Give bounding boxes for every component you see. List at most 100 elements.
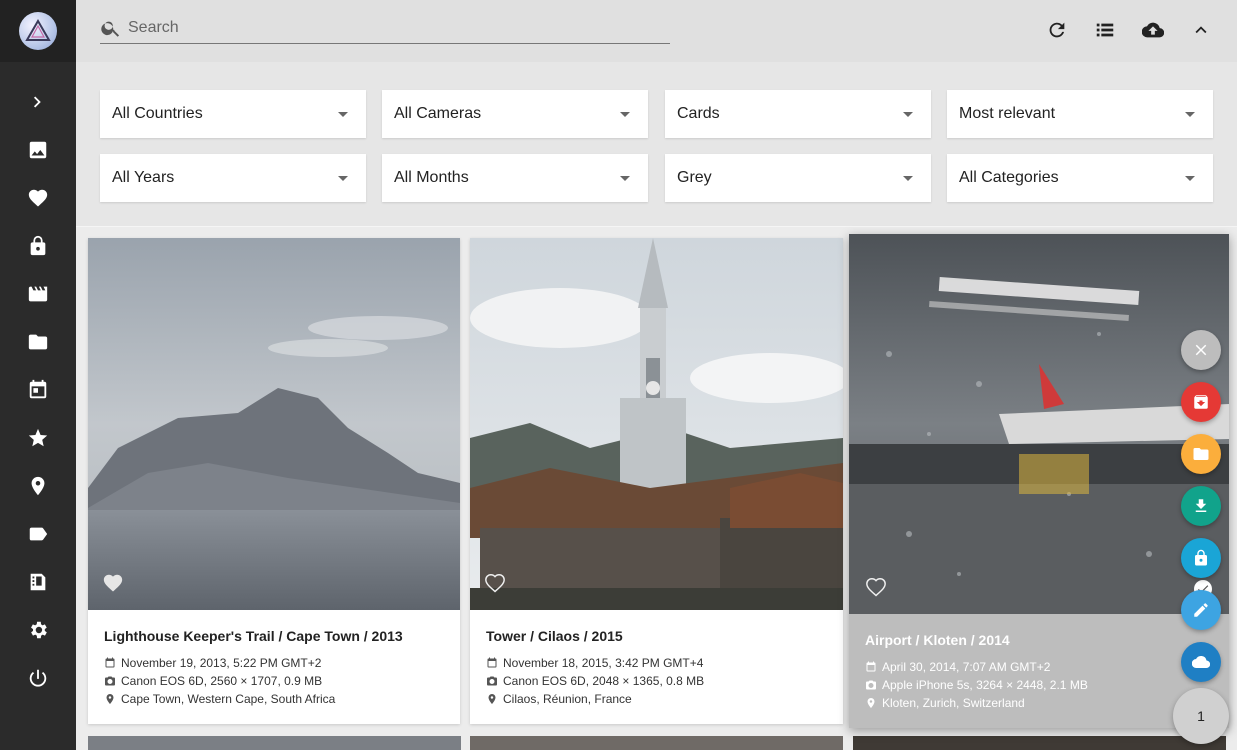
photo-location: Kloten, Zurich, Switzerland xyxy=(882,696,1025,710)
selection-count: 1 xyxy=(1197,708,1205,724)
map-pin-icon xyxy=(106,694,114,704)
sidebar-item-labels[interactable] xyxy=(0,510,76,558)
category-filter-select[interactable]: All Categories xyxy=(947,154,1213,202)
calendar-icon xyxy=(487,657,497,668)
photo-location: Cape Town, Western Cape, South Africa xyxy=(121,692,336,706)
photo-card[interactable]: Lighthouse Keeper's Trail / Cape Town / … xyxy=(88,238,460,724)
photo-date-row: November 18, 2015, 3:42 PM GMT+4 xyxy=(486,654,833,672)
selection-count-button[interactable]: 1 xyxy=(1173,688,1229,744)
heart-icon xyxy=(103,574,123,592)
caret-down-icon xyxy=(338,176,348,181)
photo-thumbnail[interactable] xyxy=(88,238,460,610)
favorite-button[interactable] xyxy=(484,572,508,596)
sidebar-item-moments[interactable] xyxy=(0,414,76,462)
photo-location-row: Cape Town, Western Cape, South Africa xyxy=(104,690,450,708)
category-filter-value: All Categories xyxy=(959,169,1059,186)
caret-down-icon xyxy=(620,176,630,181)
caret-down-icon xyxy=(620,112,630,117)
sort-order-value: Most relevant xyxy=(959,105,1056,122)
refresh-button[interactable] xyxy=(1043,16,1071,44)
photo-title[interactable]: Airport / Kloten / 2014 xyxy=(865,632,1219,648)
folder-icon xyxy=(1193,448,1209,460)
photo-title[interactable]: Tower / Cilaos / 2015 xyxy=(486,628,833,644)
photo-date: November 18, 2015, 3:42 PM GMT+4 xyxy=(503,656,704,670)
photo-camera: Canon EOS 6D, 2048 × 1365, 0.8 MB xyxy=(503,674,705,688)
collapse-filters-button[interactable] xyxy=(1187,16,1215,44)
gear-icon xyxy=(31,621,47,639)
camera-filter-value: All Cameras xyxy=(394,105,482,122)
month-filter-select[interactable]: All Months xyxy=(382,154,648,202)
sidebar-item-private[interactable] xyxy=(0,222,76,270)
photo-title[interactable]: Lighthouse Keeper's Trail / Cape Town / … xyxy=(104,628,450,644)
lock-icon xyxy=(1195,549,1207,566)
cloud-upload-icon xyxy=(1142,22,1164,38)
map-pin-icon xyxy=(867,698,875,708)
photo-icon xyxy=(29,141,47,159)
caret-down-icon xyxy=(1185,112,1195,117)
video-icon xyxy=(28,286,48,302)
logo-area xyxy=(0,0,76,62)
photo-thumbnail[interactable] xyxy=(470,238,843,610)
folder-icon xyxy=(28,334,48,350)
download-button[interactable] xyxy=(1181,486,1221,526)
sort-order-select[interactable]: Most relevant xyxy=(947,90,1213,138)
camera-filter-select[interactable]: All Cameras xyxy=(382,90,648,138)
photo-camera-row: Canon EOS 6D, 2560 × 1707, 0.9 MB xyxy=(104,672,450,690)
country-filter-select[interactable]: All Countries xyxy=(100,90,366,138)
camera-icon xyxy=(105,676,115,686)
sidebar-expand-button[interactable] xyxy=(0,78,76,126)
cloud-icon xyxy=(1192,656,1210,669)
clear-selection-button[interactable] xyxy=(1181,330,1221,370)
list-view-button[interactable] xyxy=(1091,16,1119,44)
photo-card[interactable]: Tower / Cilaos / 2015 November 18, 2015,… xyxy=(470,238,843,724)
photo-card-peek[interactable] xyxy=(853,736,1226,750)
photo-camera-row: Canon EOS 6D, 2048 × 1365, 0.8 MB xyxy=(486,672,833,690)
edit-button[interactable] xyxy=(1181,590,1221,630)
map-pin-icon xyxy=(488,694,496,704)
favorite-button[interactable] xyxy=(865,576,889,600)
sidebar-item-logout[interactable] xyxy=(0,654,76,702)
upload-button[interactable] xyxy=(1139,16,1167,44)
sidebar-item-places[interactable] xyxy=(0,462,76,510)
sidebar-item-favorites[interactable] xyxy=(0,174,76,222)
heart-outline-icon xyxy=(485,574,505,593)
app-logo[interactable] xyxy=(19,12,57,50)
search-input[interactable] xyxy=(128,18,648,37)
year-filter-select[interactable]: All Years xyxy=(100,154,366,202)
photo-camera: Canon EOS 6D, 2560 × 1707, 0.9 MB xyxy=(121,674,323,688)
map-pin-icon xyxy=(31,476,45,496)
photo-card-peek[interactable] xyxy=(88,736,461,750)
favorite-button[interactable] xyxy=(102,572,126,596)
sidebar-item-calendar[interactable] xyxy=(0,366,76,414)
photo-location-row: Kloten, Zurich, Switzerland xyxy=(865,694,1219,712)
archive-button[interactable] xyxy=(1181,382,1221,422)
caret-down-icon xyxy=(1185,176,1195,181)
sidebar-item-videos[interactable] xyxy=(0,270,76,318)
color-filter-select[interactable]: Grey xyxy=(665,154,931,202)
sidebar-item-photos[interactable] xyxy=(0,126,76,174)
photo-location: Cilaos, Réunion, France xyxy=(503,692,632,706)
close-icon xyxy=(1195,344,1207,356)
sidebar-item-library[interactable] xyxy=(0,558,76,606)
photo-card-selected[interactable]: Airport / Kloten / 2014 April 30, 2014, … xyxy=(849,234,1229,728)
view-mode-select[interactable]: Cards xyxy=(665,90,931,138)
private-button[interactable] xyxy=(1181,538,1221,578)
photo-date-row: April 30, 2014, 7:07 AM GMT+2 xyxy=(865,658,1219,676)
photo-info: Lighthouse Keeper's Trail / Cape Town / … xyxy=(104,628,450,708)
photo-card-peek[interactable] xyxy=(470,736,843,750)
sidebar-item-folders[interactable] xyxy=(0,318,76,366)
refresh-icon xyxy=(1049,22,1065,38)
photo-thumbnail[interactable] xyxy=(849,234,1229,614)
photo-camera: Apple iPhone 5s, 3264 × 2448, 2.1 MB xyxy=(882,678,1088,692)
filter-panel: All Countries All Cameras Cards Most rel… xyxy=(76,62,1237,226)
caret-down-icon xyxy=(903,112,913,117)
calendar-icon xyxy=(866,661,876,672)
film-folder-icon xyxy=(30,573,46,591)
add-to-album-button[interactable] xyxy=(1181,434,1221,474)
lock-icon xyxy=(30,235,46,256)
chevron-up-icon xyxy=(1195,26,1207,34)
share-cloud-button[interactable] xyxy=(1181,642,1221,682)
list-view-icon xyxy=(1096,23,1114,37)
sidebar-item-settings[interactable] xyxy=(0,606,76,654)
photo-info: Airport / Kloten / 2014 April 30, 2014, … xyxy=(865,632,1219,712)
